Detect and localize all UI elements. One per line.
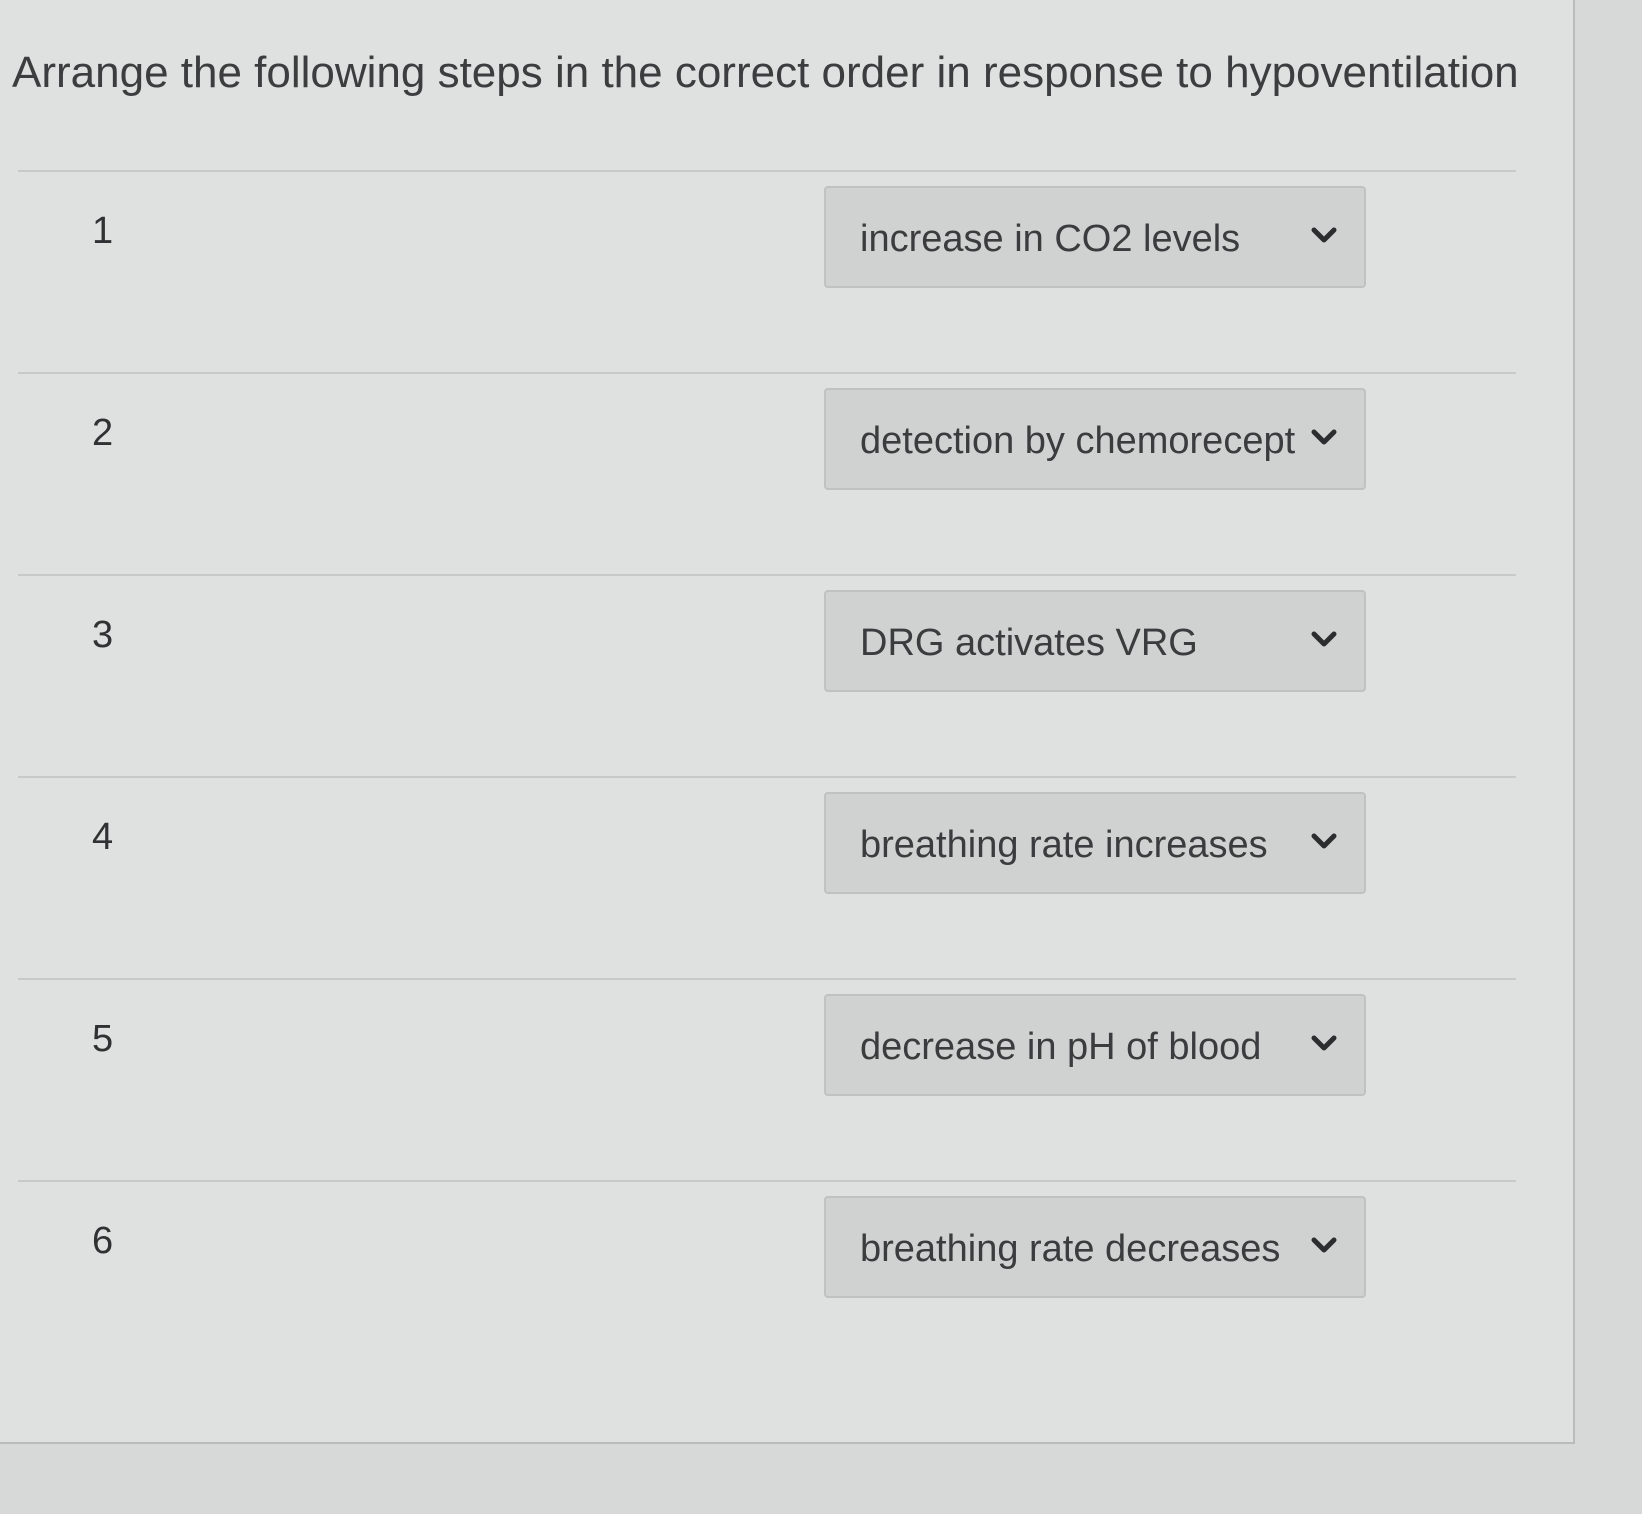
ordering-row-2: 2 detection by chemorecept (18, 372, 1516, 574)
question-text: Arrange the following steps in the corre… (12, 48, 1519, 97)
order-select-5[interactable]: decrease in pH of blood (824, 994, 1366, 1096)
chevron-down-icon (1310, 630, 1338, 650)
select-value: increase in CO2 levels (860, 218, 1241, 260)
chevron-down-icon (1310, 1236, 1338, 1256)
row-number: 5 (92, 1018, 114, 1060)
select-value: decrease in pH of blood (860, 1026, 1262, 1068)
select-value: breathing rate increases (860, 824, 1268, 866)
chevron-down-icon (1310, 226, 1338, 246)
ordering-row-4: 4 breathing rate increases (18, 776, 1516, 978)
ordering-list: 1 increase in CO2 levels 2 detection by … (18, 170, 1516, 1382)
chevron-down-icon (1310, 428, 1338, 448)
row-number: 6 (92, 1220, 114, 1262)
select-value: detection by chemorecept (860, 420, 1296, 462)
question-panel: Arrange the following steps in the corre… (0, 0, 1575, 1444)
ordering-row-1: 1 increase in CO2 levels (18, 170, 1516, 372)
row-number: 4 (92, 816, 114, 858)
order-select-3[interactable]: DRG activates VRG (824, 590, 1366, 692)
ordering-row-6: 6 breathing rate decreases (18, 1180, 1516, 1382)
ordering-row-3: 3 DRG activates VRG (18, 574, 1516, 776)
chevron-down-icon (1310, 1034, 1338, 1054)
select-value: breathing rate decreases (860, 1228, 1281, 1270)
order-select-2[interactable]: detection by chemorecept (824, 388, 1366, 490)
order-select-6[interactable]: breathing rate decreases (824, 1196, 1366, 1298)
row-number: 3 (92, 614, 114, 656)
select-value: DRG activates VRG (860, 622, 1198, 664)
order-select-1[interactable]: increase in CO2 levels (824, 186, 1366, 288)
row-number: 1 (92, 210, 114, 252)
ordering-row-5: 5 decrease in pH of blood (18, 978, 1516, 1180)
row-number: 2 (92, 412, 114, 454)
order-select-4[interactable]: breathing rate increases (824, 792, 1366, 894)
chevron-down-icon (1310, 832, 1338, 852)
